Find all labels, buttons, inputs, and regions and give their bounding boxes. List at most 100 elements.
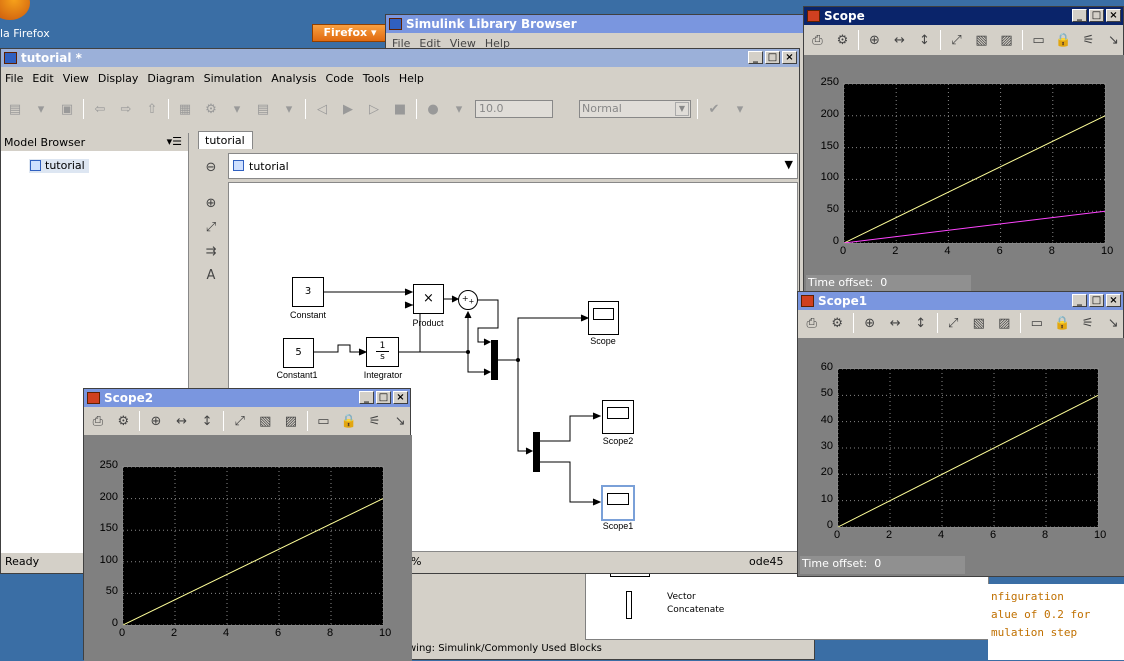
save-axes-icon[interactable]: ▧ [255, 411, 275, 431]
time-offset-label: Time offset: [808, 276, 874, 289]
x-tick-label: 8 [327, 627, 334, 639]
x-tick-label: 6 [990, 529, 997, 541]
restore-axes-icon[interactable]: ▨ [281, 411, 301, 431]
scope2-title-bar[interactable]: Scope2 _ □ × [84, 389, 410, 407]
time-offset-label: Time offset: [802, 557, 868, 570]
scope1-axes[interactable] [837, 368, 1099, 528]
y-tick-label: 20 [820, 466, 833, 479]
scope1-block[interactable] [601, 485, 635, 521]
x-tick-label: 10 [1094, 529, 1107, 541]
scope2-screen-icon [607, 407, 629, 419]
y-tick-label: 100 [99, 553, 118, 566]
integrator-block[interactable]: 1s [366, 337, 399, 367]
scope-window: Scope _ □ × ⎙ ⚙ ⊕ ↔ ↕ ⤢ ▧ ▨ ▭ 🔒 ⚟ ↘ Time offset: 0… [803, 6, 1124, 296]
lock-icon[interactable]: 🔒 [1054, 30, 1073, 50]
constant-value: 3 [304, 286, 312, 297]
x-tick-label: 6 [275, 627, 282, 639]
zoom-in-icon[interactable]: ⊕ [146, 411, 166, 431]
zoom-in-icon[interactable]: ⊕ [860, 313, 880, 333]
constant-block[interactable]: 3 [292, 277, 324, 307]
floating-scope-icon[interactable]: ▭ [314, 411, 334, 431]
minimize-button[interactable]: _ [1072, 9, 1087, 22]
maximize-button[interactable]: □ [1089, 294, 1104, 307]
zoom-y-icon[interactable]: ↕ [911, 313, 931, 333]
scope1-screen-icon [607, 493, 629, 505]
scope1-toolbar: ⎙ ⚙ ⊕ ↔ ↕ ⤢ ▧ ▨ ▭ 🔒 ⚟ ↘ [798, 310, 1123, 336]
autoscale-icon[interactable]: ⤢ [230, 411, 250, 431]
maximize-button[interactable]: □ [376, 391, 391, 404]
constant1-label: Constant1 [276, 370, 318, 380]
x-tick-label: 8 [1042, 529, 1049, 541]
integrator-label: Integrator [363, 370, 403, 380]
y-tick-label: 100 [820, 171, 839, 184]
plot-svg [123, 467, 383, 625]
close-button[interactable]: × [1106, 9, 1121, 22]
signal-selection-icon[interactable]: ⚟ [1079, 30, 1098, 50]
y-tick-label: 10 [820, 492, 833, 505]
floating-scope-icon[interactable]: ▭ [1029, 30, 1048, 50]
x-tick-label: 2 [886, 529, 893, 541]
y-tick-label: 250 [820, 76, 839, 88]
scope2-axes[interactable] [122, 466, 384, 626]
y-tick-label: 200 [820, 107, 839, 120]
floating-scope-icon[interactable]: ▭ [1027, 313, 1047, 333]
autoscale-icon[interactable]: ⤢ [944, 313, 964, 333]
print-icon[interactable]: ⎙ [808, 30, 827, 50]
dock-arrow-icon[interactable]: ↘ [1104, 313, 1124, 333]
save-axes-icon[interactable]: ▧ [969, 313, 989, 333]
integrator-numerator: 1 [376, 341, 389, 352]
lock-icon[interactable]: 🔒 [1053, 313, 1073, 333]
product-block[interactable]: × [413, 284, 444, 314]
dock-arrow-icon[interactable]: ↘ [1104, 30, 1123, 50]
scope-block[interactable] [588, 301, 619, 335]
scope2-block[interactable] [602, 400, 634, 434]
restore-axes-icon[interactable]: ▨ [997, 30, 1016, 50]
x-tick-label: 2 [171, 627, 178, 639]
print-icon[interactable]: ⎙ [88, 411, 108, 431]
y-tick-label: 60 [820, 361, 833, 373]
x-tick-label: 10 [1101, 245, 1114, 257]
scope-axes[interactable] [843, 83, 1106, 244]
zoom-y-icon[interactable]: ↕ [915, 30, 934, 50]
scope1-title-bar[interactable]: Scope1 _ □ × [798, 292, 1123, 310]
minimize-button[interactable]: _ [1072, 294, 1087, 307]
dock-arrow-icon[interactable]: ↘ [390, 411, 410, 431]
zoom-in-icon[interactable]: ⊕ [865, 30, 884, 50]
save-axes-icon[interactable]: ▧ [972, 30, 991, 50]
autoscale-icon[interactable]: ⤢ [947, 30, 966, 50]
scope-block-label: Scope [590, 336, 616, 346]
minimize-button[interactable]: _ [359, 391, 374, 404]
signal-selection-icon[interactable]: ⚟ [1078, 313, 1098, 333]
y-tick-label: 30 [820, 440, 833, 452]
scope-title: Scope [824, 9, 865, 23]
mux-block-2[interactable] [533, 432, 540, 472]
zoom-x-icon[interactable]: ↔ [890, 30, 909, 50]
parameters-gear-icon[interactable]: ⚙ [114, 411, 134, 431]
scope-title-bar[interactable]: Scope _ □ × [804, 7, 1123, 25]
y-tick-label: 0 [111, 617, 118, 629]
y-tick-label: 150 [99, 522, 118, 535]
zoom-x-icon[interactable]: ↔ [886, 313, 906, 333]
matlab-icon [801, 295, 814, 307]
zoom-y-icon[interactable]: ↕ [197, 411, 217, 431]
close-button[interactable]: × [1106, 294, 1121, 307]
parameters-gear-icon[interactable]: ⚙ [828, 313, 848, 333]
product-label: Product [412, 318, 444, 328]
close-button[interactable]: × [393, 391, 408, 404]
sum-block[interactable]: ++ [458, 290, 478, 310]
scope1-title: Scope1 [818, 294, 868, 308]
lock-icon[interactable]: 🔒 [339, 411, 359, 431]
scope2-window: Scope2 _ □ × ⎙ ⚙ ⊕ ↔ ↕ ⤢ ▧ ▨ ▭ 🔒 ⚟ ↘ 0 2 4 6 8 10 0 50 100… [83, 388, 412, 661]
restore-axes-icon[interactable]: ▨ [995, 313, 1015, 333]
y-tick-label: 0 [832, 235, 839, 247]
time-offset-value: 0 [874, 557, 882, 570]
parameters-gear-icon[interactable]: ⚙ [833, 30, 852, 50]
mux-block-1[interactable] [491, 340, 498, 380]
maximize-button[interactable]: □ [1089, 9, 1104, 22]
y-tick-label: 200 [99, 490, 118, 503]
integrator-denominator: s [380, 352, 385, 362]
signal-selection-icon[interactable]: ⚟ [365, 411, 385, 431]
constant1-block[interactable]: 5 [283, 338, 314, 368]
print-icon[interactable]: ⎙ [802, 313, 822, 333]
zoom-x-icon[interactable]: ↔ [172, 411, 192, 431]
